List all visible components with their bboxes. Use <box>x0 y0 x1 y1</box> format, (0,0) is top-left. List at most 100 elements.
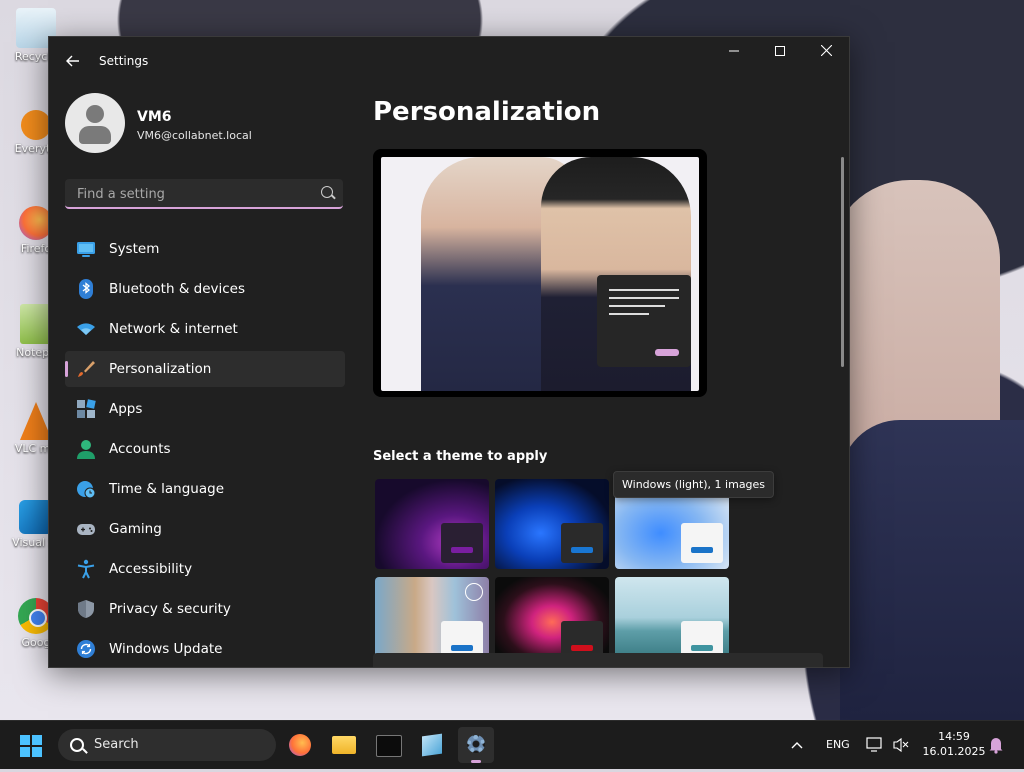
taskbar-search[interactable]: Search <box>58 729 276 761</box>
themes-section-label: Select a theme to apply <box>373 449 548 464</box>
preview-line <box>609 297 679 299</box>
nav-item-network[interactable]: Network & internet <box>65 311 345 347</box>
active-indicator <box>471 760 481 763</box>
globe-clock-icon <box>77 481 96 499</box>
nav-item-accessibility[interactable]: Accessibility <box>65 551 345 587</box>
nav-label: Windows Update <box>109 641 223 657</box>
update-icon <box>77 640 95 658</box>
person-icon <box>77 440 95 459</box>
theme-accent-bar <box>451 645 473 651</box>
folder-icon <box>332 736 356 754</box>
taskbar-app[interactable] <box>414 727 450 763</box>
nav-item-apps[interactable]: Apps <box>65 391 345 427</box>
title-bar[interactable]: Settings <box>49 37 849 85</box>
nav-label: Privacy & security <box>109 601 231 617</box>
taskbar-firefox[interactable] <box>282 727 318 763</box>
theme-accent-bar <box>451 547 473 553</box>
gear-icon <box>467 735 485 753</box>
avatar-body <box>79 126 111 144</box>
preview-window-mock <box>597 275 691 367</box>
theme-accent-bar <box>691 547 713 553</box>
search-icon[interactable] <box>321 186 333 198</box>
close-icon <box>820 44 832 57</box>
preview-line <box>609 313 649 315</box>
nav-item-windows-update[interactable]: Windows Update <box>65 631 345 667</box>
paintbrush-icon <box>78 361 95 377</box>
minimize-button[interactable] <box>711 37 757 69</box>
taskbar-terminal[interactable] <box>370 727 406 763</box>
avatar <box>65 93 125 153</box>
nav-item-gaming[interactable]: Gaming <box>65 511 345 547</box>
maximize-icon <box>775 46 785 56</box>
taskbar-file-explorer[interactable] <box>326 727 362 763</box>
nav-label: Time & language <box>109 481 225 497</box>
find-setting-input[interactable] <box>75 184 309 204</box>
nav-item-bluetooth[interactable]: Bluetooth & devices <box>65 271 345 307</box>
preview-accent-button <box>655 349 679 356</box>
theme-preview-wallpaper <box>381 157 699 391</box>
settings-card[interactable] <box>373 653 823 667</box>
notifications-button[interactable] <box>988 721 1004 769</box>
theme-accent-bar <box>571 547 593 553</box>
nav-label: Bluetooth & devices <box>109 281 246 297</box>
theme-tile-windows-dark[interactable] <box>495 479 609 569</box>
theme-tile-glow[interactable] <box>375 479 489 569</box>
app-cube-icon <box>422 733 442 757</box>
monitor-icon <box>77 242 95 257</box>
network-status-button[interactable] <box>866 721 884 769</box>
nav-label: System <box>109 241 160 257</box>
close-button[interactable] <box>803 37 849 69</box>
terminal-icon <box>376 735 402 757</box>
start-button[interactable] <box>20 735 42 757</box>
nav-label: Accessibility <box>109 561 193 577</box>
clock-date: 16.01.2025 <box>922 745 986 758</box>
accessibility-icon <box>77 559 95 579</box>
avatar-head <box>86 105 104 123</box>
user-email: VM6@collabnet.local <box>137 129 252 142</box>
back-button[interactable] <box>61 49 85 73</box>
windows-logo-icon <box>32 747 42 757</box>
taskbar-search-label: Search <box>94 737 139 752</box>
wifi-icon <box>77 323 95 335</box>
nav-label: Apps <box>109 401 143 417</box>
theme-mini-window <box>681 523 723 563</box>
taskbar-settings[interactable] <box>458 727 494 763</box>
preview-line <box>609 305 665 307</box>
settings-window: Settings VM6 VM6@collabnet.local System … <box>48 36 850 668</box>
language-indicator[interactable]: ENG <box>826 721 850 769</box>
gamepad-icon <box>77 524 95 535</box>
tray-overflow-button[interactable] <box>790 721 804 769</box>
user-name: VM6 <box>137 109 172 125</box>
volume-button[interactable] <box>892 721 910 769</box>
nav-label: Network & internet <box>109 321 238 337</box>
nav-item-time-language[interactable]: Time & language <box>65 471 345 507</box>
nav-label: Gaming <box>109 521 162 537</box>
back-arrow-icon <box>66 55 79 67</box>
clock-time: 14:59 <box>938 730 970 743</box>
nav-item-privacy-security[interactable]: Privacy & security <box>65 591 345 627</box>
preview-line <box>609 289 679 291</box>
user-account-block[interactable]: VM6 VM6@collabnet.local <box>65 93 365 157</box>
nav-item-system[interactable]: System <box>65 231 345 267</box>
chevron-up-icon <box>791 742 803 749</box>
wallpaper-figure-suit <box>840 420 1024 720</box>
find-setting-search-box[interactable] <box>65 179 343 209</box>
taskbar-clock[interactable]: 14:59 16.01.2025 <box>918 729 990 759</box>
theme-tooltip: Windows (light), 1 images <box>613 471 775 498</box>
speaker-muted-icon <box>893 737 909 753</box>
scrollbar[interactable] <box>841 157 844 367</box>
search-icon <box>70 738 84 752</box>
nav-item-accounts[interactable]: Accounts <box>65 431 345 467</box>
main-content: Personalization Select a theme to apply <box>373 85 843 667</box>
apps-icon <box>77 399 96 418</box>
nav-label: Accounts <box>109 441 171 457</box>
page-title: Personalization <box>373 97 601 127</box>
nav-item-personalization[interactable]: Personalization <box>65 351 345 387</box>
theme-rotate-badge-icon <box>465 583 483 601</box>
maximize-button[interactable] <box>757 37 803 69</box>
theme-mini-window <box>441 523 483 563</box>
theme-mini-window <box>561 523 603 563</box>
shield-icon <box>78 600 94 618</box>
everything-search-icon <box>21 110 51 140</box>
theme-accent-bar <box>571 645 593 651</box>
